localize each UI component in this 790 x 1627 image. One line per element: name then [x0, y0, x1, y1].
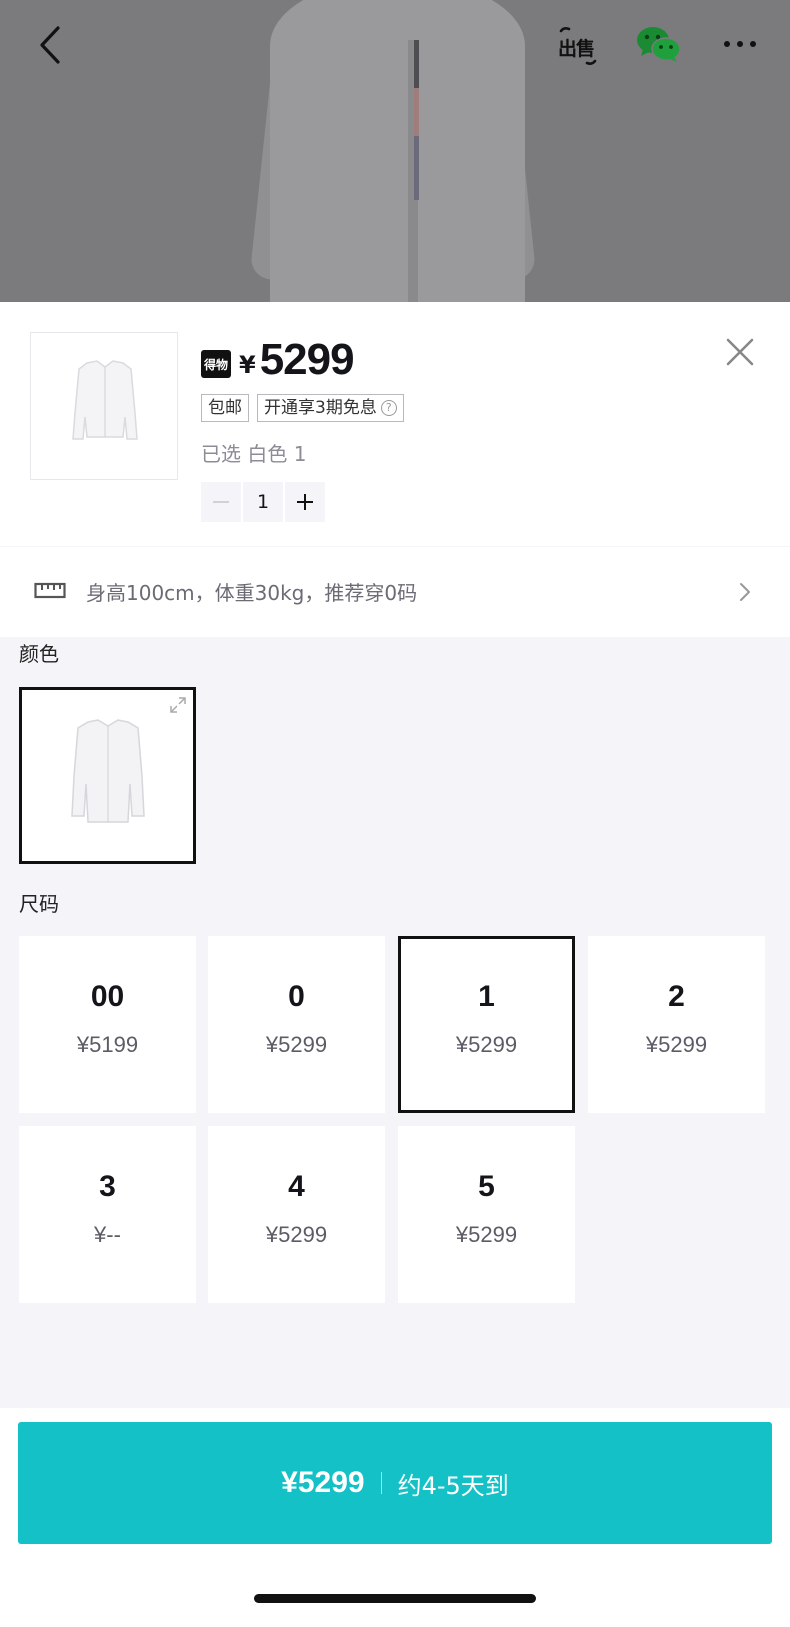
chevron-right-icon: [738, 581, 752, 603]
installment-tag[interactable]: 开通享3期免息?: [257, 394, 404, 422]
size-option-4[interactable]: 4 ¥5299: [208, 1126, 385, 1303]
size-name: 5: [478, 1170, 495, 1203]
size-option-1[interactable]: 1 ¥5299: [398, 936, 575, 1113]
currency-symbol: ¥: [239, 351, 256, 379]
size-recommendation-text: 身高100cm，体重30kg，推荐穿0码: [86, 581, 418, 605]
free-shipping-tag: 包邮: [201, 394, 249, 422]
color-option-white[interactable]: [19, 687, 196, 864]
service-tags: 包邮 开通享3期免息?: [201, 394, 404, 422]
home-indicator: [254, 1594, 536, 1603]
sheet-header: 得物 ¥ 5299 包邮 开通享3期免息? 已选 白色 1 1: [0, 302, 790, 546]
back-arrow-icon[interactable]: [34, 24, 70, 66]
buy-footer: ¥5299 约4-5天到: [0, 1408, 790, 1627]
price-row: 得物 ¥ 5299: [201, 335, 355, 384]
size-price: ¥5299: [455, 1222, 518, 1247]
installment-label: 开通享3期免息: [264, 398, 377, 418]
free-shipping-label: 包邮: [208, 398, 242, 418]
size-option-3[interactable]: 3 ¥--: [19, 1126, 196, 1303]
size-name: 0: [288, 980, 305, 1013]
size-option-2[interactable]: 2 ¥5299: [588, 936, 765, 1113]
buy-divider: [380, 1472, 382, 1494]
dewu-brand-logo: 得物: [201, 350, 231, 378]
size-option-00[interactable]: 00 ¥5199: [19, 936, 196, 1113]
sell-label: 出售: [558, 38, 595, 60]
buy-button[interactable]: ¥5299 约4-5天到: [18, 1422, 772, 1544]
size-price: ¥5299: [265, 1222, 328, 1247]
size-price: ¥5299: [645, 1032, 708, 1057]
buy-price: ¥5299: [281, 1466, 365, 1499]
size-name: 3: [99, 1170, 116, 1203]
quantity-stepper: 1: [201, 482, 325, 522]
product-thumbnail[interactable]: [30, 332, 178, 480]
wechat-share-icon[interactable]: [636, 24, 682, 64]
size-option-5[interactable]: 5 ¥5299: [398, 1126, 575, 1303]
size-price: ¥5299: [265, 1032, 328, 1057]
size-price: ¥--: [94, 1222, 121, 1247]
quantity-value[interactable]: 1: [243, 482, 283, 522]
color-section-label: 颜色: [19, 642, 59, 666]
size-recommendation-row[interactable]: 身高100cm，体重30kg，推荐穿0码: [0, 547, 790, 637]
sell-button[interactable]: 出售: [557, 25, 599, 67]
delivery-eta: 约4-5天到: [397, 1471, 509, 1500]
sku-selector-sheet: 得物 ¥ 5299 包邮 开通享3期免息? 已选 白色 1 1 身高100cm，…: [0, 302, 790, 1627]
size-section-label: 尺码: [19, 892, 59, 916]
help-icon: ?: [380, 400, 397, 416]
size-name: 4: [288, 1170, 305, 1203]
increase-quantity-button[interactable]: [285, 482, 325, 522]
close-icon[interactable]: [724, 336, 756, 368]
decrease-quantity-button[interactable]: [201, 482, 241, 522]
product-price: 5299: [259, 335, 355, 384]
selected-variant-text: 已选 白色 1: [201, 442, 307, 466]
size-price: ¥5199: [76, 1032, 139, 1057]
size-name: 2: [668, 980, 685, 1013]
size-price: ¥5299: [455, 1032, 518, 1057]
size-name: 00: [90, 980, 125, 1013]
top-navigation-bar: 出售: [0, 0, 790, 90]
size-option-0[interactable]: 0 ¥5299: [208, 936, 385, 1113]
ruler-icon: [34, 581, 66, 601]
more-options-icon[interactable]: [722, 32, 758, 56]
expand-icon[interactable]: [169, 696, 187, 714]
size-name: 1: [478, 980, 495, 1013]
brand-logo-text: 得物: [203, 357, 228, 372]
